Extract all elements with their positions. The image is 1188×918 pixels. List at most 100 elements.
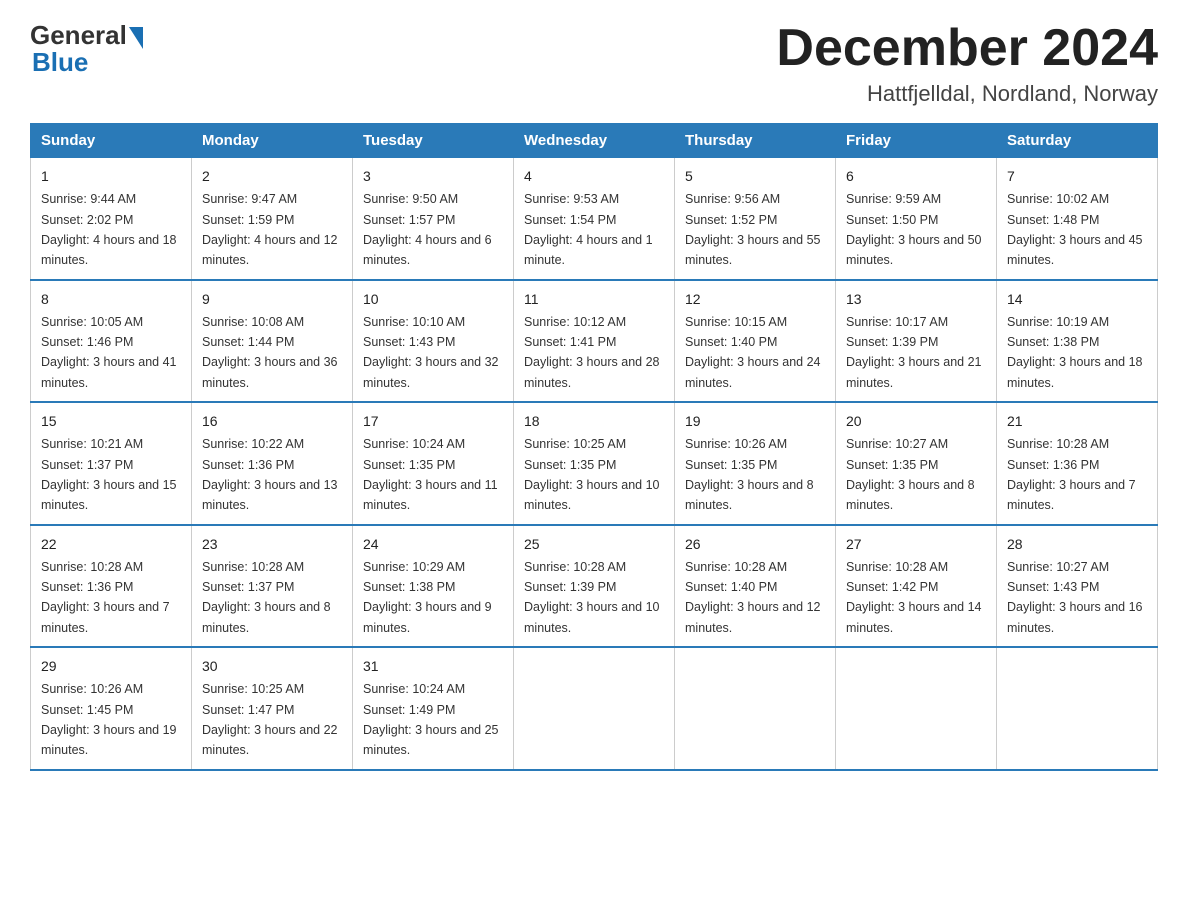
day-number: 20 (846, 411, 986, 432)
day-number: 21 (1007, 411, 1147, 432)
day-number: 2 (202, 166, 342, 187)
calendar-cell: 16 Sunrise: 10:22 AMSunset: 1:36 PMDaylig… (192, 402, 353, 525)
day-info: Sunrise: 10:24 AMSunset: 1:49 PMDaylight… (363, 682, 499, 757)
calendar-table: SundayMondayTuesdayWednesdayThursdayFrid… (30, 123, 1158, 771)
day-number: 19 (685, 411, 825, 432)
calendar-cell: 8 Sunrise: 10:05 AMSunset: 1:46 PMDayligh… (31, 280, 192, 403)
header-tuesday: Tuesday (353, 124, 514, 158)
day-number: 26 (685, 534, 825, 555)
day-number: 30 (202, 656, 342, 677)
day-number: 31 (363, 656, 503, 677)
day-number: 29 (41, 656, 181, 677)
header-thursday: Thursday (675, 124, 836, 158)
title-block: December 2024 Hattfjelldal, Nordland, No… (776, 20, 1158, 107)
logo-arrow-icon (129, 27, 143, 49)
calendar-cell: 22 Sunrise: 10:28 AMSunset: 1:36 PMDaylig… (31, 525, 192, 648)
day-number: 13 (846, 289, 986, 310)
day-number: 10 (363, 289, 503, 310)
day-number: 12 (685, 289, 825, 310)
calendar-cell: 26 Sunrise: 10:28 AMSunset: 1:40 PMDaylig… (675, 525, 836, 648)
calendar-week-row: 8 Sunrise: 10:05 AMSunset: 1:46 PMDayligh… (31, 280, 1158, 403)
day-info: Sunrise: 10:27 AMSunset: 1:43 PMDaylight… (1007, 560, 1143, 635)
calendar-week-row: 1 Sunrise: 9:44 AMSunset: 2:02 PMDaylight… (31, 158, 1158, 280)
calendar-cell: 5Sunrise: 9:56 AMSunset: 1:52 PMDaylight… (675, 158, 836, 280)
day-info: Sunrise: 10:22 AMSunset: 1:36 PMDaylight… (202, 437, 338, 512)
day-number: 11 (524, 289, 664, 310)
day-info: Sunrise: 10:08 AMSunset: 1:44 PMDaylight… (202, 315, 338, 390)
day-info: Sunrise: 10:05 AMSunset: 1:46 PMDaylight… (41, 315, 177, 390)
calendar-cell: 10 Sunrise: 10:10 AMSunset: 1:43 PMDaylig… (353, 280, 514, 403)
calendar-cell (675, 647, 836, 770)
calendar-cell: 15 Sunrise: 10:21 AMSunset: 1:37 PMDaylig… (31, 402, 192, 525)
day-info: Sunrise: 10:29 AMSunset: 1:38 PMDaylight… (363, 560, 492, 635)
day-info: Sunrise: 9:53 AMSunset: 1:54 PMDaylight:… (524, 192, 653, 267)
day-number: 22 (41, 534, 181, 555)
day-number: 24 (363, 534, 503, 555)
day-info: Sunrise: 10:12 AMSunset: 1:41 PMDaylight… (524, 315, 660, 390)
calendar-cell: 7 Sunrise: 10:02 AMSunset: 1:48 PMDayligh… (997, 158, 1158, 280)
day-info: Sunrise: 9:59 AMSunset: 1:50 PMDaylight:… (846, 192, 982, 267)
calendar-cell: 20 Sunrise: 10:27 AMSunset: 1:35 PMDaylig… (836, 402, 997, 525)
day-info: Sunrise: 10:02 AMSunset: 1:48 PMDaylight… (1007, 192, 1143, 267)
calendar-cell: 30 Sunrise: 10:25 AMSunset: 1:47 PMDaylig… (192, 647, 353, 770)
calendar-cell: 13Sunrise: 10:17 AMSunset: 1:39 PMDaylig… (836, 280, 997, 403)
logo: General Blue (30, 20, 143, 78)
day-number: 16 (202, 411, 342, 432)
calendar-cell (997, 647, 1158, 770)
day-info: Sunrise: 10:19 AMSunset: 1:38 PMDaylight… (1007, 315, 1143, 390)
day-number: 25 (524, 534, 664, 555)
day-info: Sunrise: 10:21 AMSunset: 1:37 PMDaylight… (41, 437, 177, 512)
calendar-cell: 4 Sunrise: 9:53 AMSunset: 1:54 PMDaylight… (514, 158, 675, 280)
logo-blue-text: Blue (30, 47, 88, 78)
day-info: Sunrise: 10:15 AMSunset: 1:40 PMDaylight… (685, 315, 821, 390)
calendar-week-row: 15 Sunrise: 10:21 AMSunset: 1:37 PMDaylig… (31, 402, 1158, 525)
day-number: 23 (202, 534, 342, 555)
calendar-cell: 11 Sunrise: 10:12 AMSunset: 1:41 PMDaylig… (514, 280, 675, 403)
day-number: 1 (41, 166, 181, 187)
calendar-week-row: 22 Sunrise: 10:28 AMSunset: 1:36 PMDaylig… (31, 525, 1158, 648)
calendar-cell: 18 Sunrise: 10:25 AMSunset: 1:35 PMDaylig… (514, 402, 675, 525)
calendar-cell: 17 Sunrise: 10:24 AMSunset: 1:35 PMDaylig… (353, 402, 514, 525)
day-info: Sunrise: 10:28 AMSunset: 1:42 PMDaylight… (846, 560, 982, 635)
day-info: Sunrise: 10:10 AMSunset: 1:43 PMDaylight… (363, 315, 499, 390)
day-info: Sunrise: 10:27 AMSunset: 1:35 PMDaylight… (846, 437, 975, 512)
calendar-cell: 19Sunrise: 10:26 AMSunset: 1:35 PMDaylig… (675, 402, 836, 525)
day-info: Sunrise: 9:50 AMSunset: 1:57 PMDaylight:… (363, 192, 492, 267)
day-number: 7 (1007, 166, 1147, 187)
day-number: 15 (41, 411, 181, 432)
calendar-cell: 21Sunrise: 10:28 AMSunset: 1:36 PMDaylig… (997, 402, 1158, 525)
header-wednesday: Wednesday (514, 124, 675, 158)
calendar-cell: 27 Sunrise: 10:28 AMSunset: 1:42 PMDaylig… (836, 525, 997, 648)
header-saturday: Saturday (997, 124, 1158, 158)
calendar-cell (514, 647, 675, 770)
calendar-cell: 2 Sunrise: 9:47 AMSunset: 1:59 PMDaylight… (192, 158, 353, 280)
day-info: Sunrise: 10:28 AMSunset: 1:36 PMDaylight… (41, 560, 170, 635)
day-number: 4 (524, 166, 664, 187)
calendar-week-row: 29Sunrise: 10:26 AMSunset: 1:45 PMDaylig… (31, 647, 1158, 770)
calendar-cell: 28Sunrise: 10:27 AMSunset: 1:43 PMDaylig… (997, 525, 1158, 648)
day-info: Sunrise: 9:47 AMSunset: 1:59 PMDaylight:… (202, 192, 338, 267)
day-number: 18 (524, 411, 664, 432)
day-number: 27 (846, 534, 986, 555)
calendar-cell: 23 Sunrise: 10:28 AMSunset: 1:37 PMDaylig… (192, 525, 353, 648)
calendar-cell: 14 Sunrise: 10:19 AMSunset: 1:38 PMDaylig… (997, 280, 1158, 403)
calendar-cell: 9Sunrise: 10:08 AMSunset: 1:44 PMDayligh… (192, 280, 353, 403)
calendar-cell: 6Sunrise: 9:59 AMSunset: 1:50 PMDaylight… (836, 158, 997, 280)
day-info: Sunrise: 10:25 AMSunset: 1:47 PMDaylight… (202, 682, 338, 757)
day-number: 14 (1007, 289, 1147, 310)
month-title: December 2024 (776, 20, 1158, 77)
location-subtitle: Hattfjelldal, Nordland, Norway (776, 81, 1158, 107)
calendar-cell: 29Sunrise: 10:26 AMSunset: 1:45 PMDaylig… (31, 647, 192, 770)
page-header: General Blue December 2024 Hattfjelldal,… (30, 20, 1158, 107)
day-info: Sunrise: 10:28 AMSunset: 1:37 PMDaylight… (202, 560, 331, 635)
day-info: Sunrise: 10:25 AMSunset: 1:35 PMDaylight… (524, 437, 660, 512)
day-number: 8 (41, 289, 181, 310)
calendar-cell: 3Sunrise: 9:50 AMSunset: 1:57 PMDaylight… (353, 158, 514, 280)
day-info: Sunrise: 10:24 AMSunset: 1:35 PMDaylight… (363, 437, 498, 512)
calendar-cell: 1 Sunrise: 9:44 AMSunset: 2:02 PMDaylight… (31, 158, 192, 280)
day-info: Sunrise: 9:44 AMSunset: 2:02 PMDaylight:… (41, 192, 177, 267)
day-number: 17 (363, 411, 503, 432)
day-info: Sunrise: 10:28 AMSunset: 1:40 PMDaylight… (685, 560, 821, 635)
calendar-cell: 12 Sunrise: 10:15 AMSunset: 1:40 PMDaylig… (675, 280, 836, 403)
calendar-header-row: SundayMondayTuesdayWednesdayThursdayFrid… (31, 124, 1158, 158)
